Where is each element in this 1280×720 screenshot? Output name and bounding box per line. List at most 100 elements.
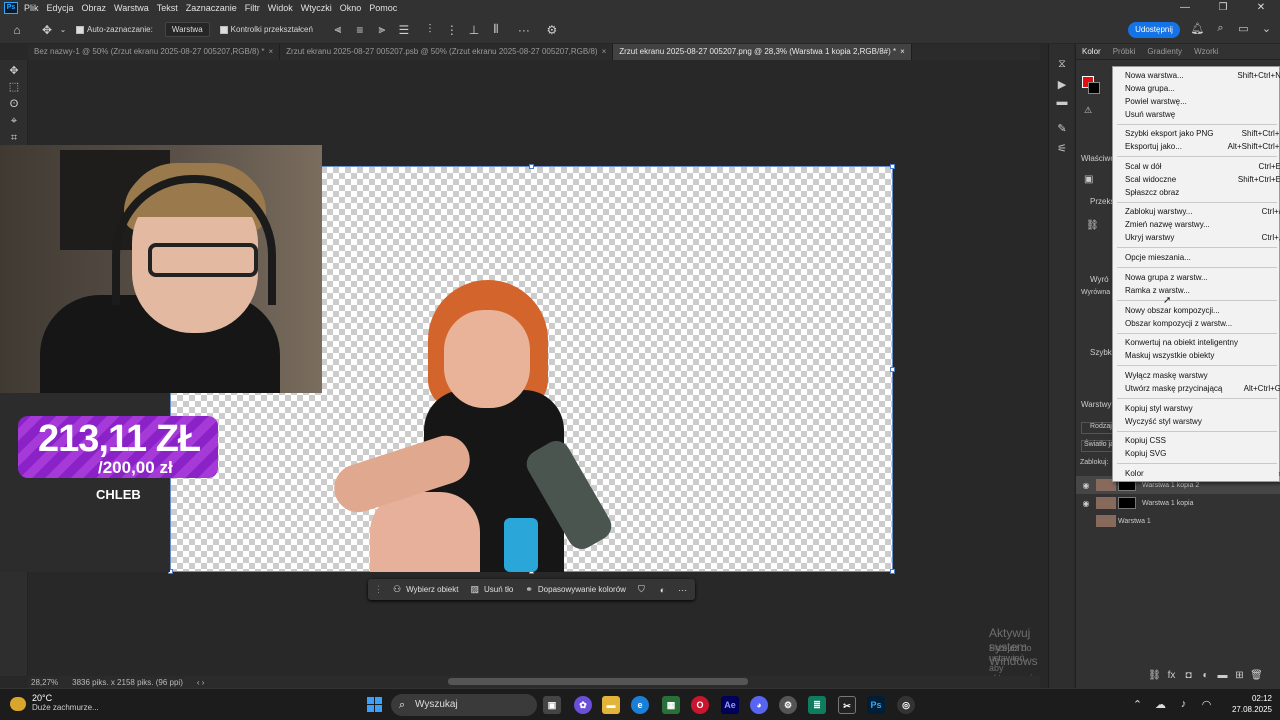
menu-item-create-clipping-mask[interactable]: Utwórz maskę przycinającą Alt+Ctrl+G [1125,383,1280,394]
transform-handle[interactable] [890,164,895,169]
close-icon[interactable]: × [268,47,273,56]
layer-name[interactable]: Warstwa 1 kopia [1142,500,1193,507]
mask-button[interactable]: ⛉ [632,579,656,600]
tab-swatches[interactable]: Próbki [1107,44,1142,59]
close-icon[interactable]: × [602,47,607,56]
history-icon[interactable]: ⧖ [1055,58,1069,71]
chevron-up-icon[interactable]: ⌃ [1126,698,1149,711]
menu-help[interactable]: Pomoc [369,3,397,13]
align-bottom-icon[interactable]: ⊥ [463,23,485,37]
weather-widget[interactable]: 20°C Duże zachmurze... [10,693,99,712]
move-tool-icon[interactable]: ✥ [6,64,22,78]
blend-mode-select[interactable]: Światło ja [1081,440,1115,452]
home-icon[interactable]: ⌂ [6,23,28,37]
chevron-down-icon[interactable]: ⌄ [1255,22,1278,35]
notepad-icon[interactable]: ≣ [808,696,826,714]
menu-item-copy-layer-style[interactable]: Kopiuj styl warstwy [1125,403,1275,414]
minimize-button[interactable]: — [1166,0,1204,16]
align-left-icon[interactable]: ⫷ [327,22,349,37]
layer-row[interactable]: ◉ Warstwa 1 kopia [1076,494,1280,512]
photoshop-logo-icon[interactable]: Ps [4,2,18,14]
menu-layer[interactable]: Warstwa [114,3,149,13]
workspace-icon[interactable]: ▭ [1232,22,1255,35]
opera-icon[interactable]: O [691,696,709,714]
obs-icon[interactable]: ◎ [897,696,915,714]
menu-item-blending-options[interactable]: Opcje mieszania... [1125,252,1275,263]
menu-window[interactable]: Okno [340,3,362,13]
adjustments-icon[interactable]: ⚟ [1055,142,1069,155]
menu-view[interactable]: Widok [268,3,293,13]
gear-icon[interactable]: ⚙ [541,23,563,37]
layer-name[interactable]: Warstwa 1 [1118,518,1151,525]
menu-item-mask-all-objects[interactable]: Maskuj wszystkie obiekty [1125,350,1275,361]
lasso-tool-icon[interactable]: ʘ [6,97,22,111]
menu-select[interactable]: Zaznaczanie [186,3,237,13]
menu-plugins[interactable]: Wtyczki [301,3,332,13]
discord-icon[interactable]: ◕ [750,696,768,714]
zoom-level[interactable]: 28,27% [31,678,58,687]
remove-background-button[interactable]: ▨ Usuń tło [464,579,519,600]
more-options-button[interactable]: ··· [674,579,696,600]
layers-panel-title[interactable]: Warstwy [1081,400,1111,409]
transform-handle[interactable] [529,164,534,169]
menu-item-copy-css[interactable]: Kopiuj CSS [1125,435,1275,446]
adjustment-layer-icon[interactable]: ◐ [1197,670,1214,681]
properties-panel-title[interactable]: Właściwo [1081,154,1115,163]
share-button[interactable]: Udostępnij [1128,22,1180,38]
align-right-icon[interactable]: ⫸ [371,22,393,37]
transform-handle[interactable] [890,367,895,372]
menu-item-new-artboard[interactable]: Nowy obszar kompozycji... [1125,305,1275,316]
capcut-icon[interactable]: ✂ [838,696,856,714]
eye-icon[interactable]: ◉ [1076,499,1096,508]
comment-icon[interactable]: ▬ [1055,96,1069,108]
menu-item-copy-svg[interactable]: Kopiuj SVG [1125,448,1275,459]
close-window-button[interactable]: ✕ [1242,0,1280,16]
tab-patterns[interactable]: Wzorki [1188,44,1224,59]
menu-edit[interactable]: Edycja [47,3,74,13]
align-section-title[interactable]: Wyró [1090,275,1109,284]
menu-item-quick-export-png[interactable]: Szybki eksport jako PNG Shift+Ctrl+' [1125,128,1280,139]
quick-select-tool-icon[interactable]: ⌖ [6,114,22,128]
document-dimensions[interactable]: 3836 piks. x 2158 piks. (96 ppi) [72,678,183,687]
menu-item-export-as[interactable]: Eksportuj jako... Alt+Shift+Ctrl+' [1125,141,1280,152]
copilot-icon[interactable]: ✿ [574,696,592,714]
link-layers-icon[interactable]: ⛓ [1146,670,1163,681]
color-match-button[interactable]: ⚭ Dopasowywanie kolorów [519,579,632,600]
taskbar-clock[interactable]: 02:12 27.08.2025 [1196,693,1272,715]
file-explorer-icon[interactable]: ▬ [602,696,620,714]
edge-icon[interactable]: e [631,696,649,714]
menu-item-new-layer[interactable]: Nowa warstwa... Shift+Ctrl+N [1125,70,1280,81]
menu-item-merge-down[interactable]: Scal w dół Ctrl+E [1125,161,1280,172]
warning-icon[interactable]: ⚠ [1084,105,1092,116]
auto-select-dropdown[interactable]: Warstwa [164,22,210,37]
layer-filter-input[interactable]: Rodzaj [1081,422,1115,434]
move-tool-icon[interactable]: ✥ [36,23,58,37]
eye-icon[interactable]: ◉ [1076,481,1096,490]
align-center-icon[interactable]: ≡ [349,23,371,37]
canvas-area[interactable]: 213,11 ZŁ /200,00 zł CHLEB ⋮ ⚇ Wybierz ob… [0,60,1040,703]
menu-item-new-group[interactable]: Nowa grupa... [1125,83,1275,94]
crop-tool-icon[interactable]: ⌗ [6,131,22,145]
chevron-down-icon[interactable]: ⌄ [58,25,68,34]
tab-gradients[interactable]: Gradienty [1141,44,1188,59]
menu-type[interactable]: Tekst [157,3,178,13]
search-icon[interactable]: ⌕ [1209,22,1232,35]
menu-item-clear-layer-style[interactable]: Wyczyść styl warstwy [1125,416,1275,427]
marquee-tool-icon[interactable]: ⬚ [6,80,22,94]
layer-name[interactable]: Warstwa 1 kopia 2 [1142,482,1199,489]
menu-file[interactable]: Plik [24,3,39,13]
align-middle-icon[interactable]: ⋮ [441,23,463,37]
quick-actions-title[interactable]: Szybk [1090,348,1112,357]
horizontal-scrollbar[interactable] [448,678,748,685]
menu-image[interactable]: Obraz [82,3,107,13]
tab-color[interactable]: Kolor [1076,44,1107,59]
add-mask-icon[interactable]: ◘ [1180,670,1197,681]
menu-item-disable-layer-mask[interactable]: Wyłącz maskę warstwy [1125,370,1275,381]
menu-item-convert-smart-object[interactable]: Konwertuj na obiekt inteligentny [1125,337,1275,348]
background-color-swatch[interactable] [1088,82,1100,94]
adjustment-button[interactable]: ◐ [656,579,674,600]
select-subject-button[interactable]: ⚇ Wybierz obiekt [387,579,464,600]
close-icon[interactable]: × [900,47,905,56]
windows-start-icon[interactable] [367,697,383,713]
menu-item-flatten-image[interactable]: Spłaszcz obraz [1125,187,1275,198]
